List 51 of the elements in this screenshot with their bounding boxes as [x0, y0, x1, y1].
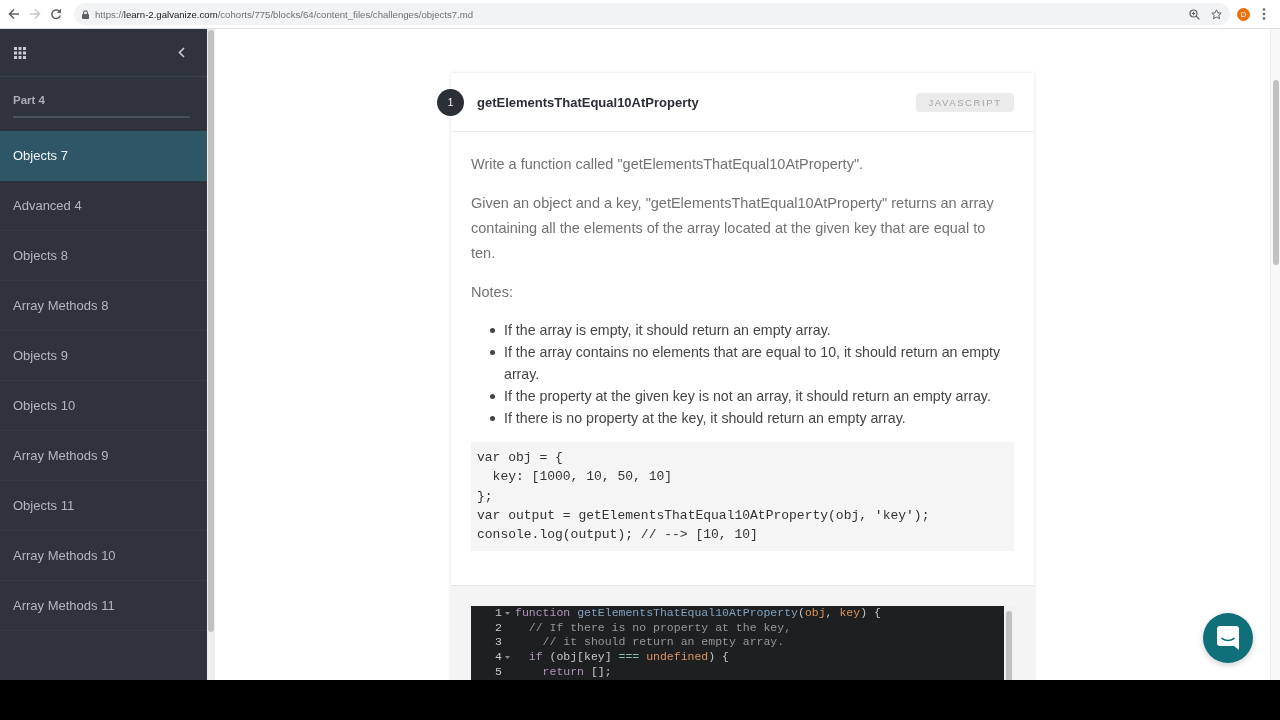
sidebar-item[interactable]: Objects 7	[0, 131, 207, 181]
chat-bubble-icon	[1217, 626, 1239, 650]
url-text: https://learn-2.galvanize.com/cohorts/775/blocks/64/content_files/challenges/objects7.md	[95, 8, 475, 20]
code-line: // it should return an empty array.	[541, 635, 785, 651]
code-line: };	[477, 487, 494, 506]
language-tag: JAVASCRIPT	[916, 92, 1014, 112]
forward-arrow-icon	[29, 8, 41, 20]
section-label: Part 4	[13, 93, 46, 107]
line-number: 4	[494, 650, 502, 665]
line-number: 2	[494, 620, 502, 636]
chevron-left-icon	[178, 47, 185, 58]
apps-grid-icon[interactable]	[14, 46, 26, 59]
fold-caret-icon[interactable]	[504, 612, 510, 616]
address-bar[interactable]: https://learn-2.galvanize.com/cohorts/775/blocks/64/content_files/challenges/objects7.md	[74, 3, 1230, 25]
bullet-icon	[490, 415, 495, 421]
bullet-icon	[490, 327, 495, 333]
menu-icon	[1262, 8, 1266, 20]
scrollbar-thumb[interactable]	[1273, 80, 1279, 265]
bullet-icon	[490, 349, 495, 355]
note-text: If the array contains no elements that are equal to 10, it should return an empty array.	[504, 343, 1002, 384]
reload-icon	[50, 8, 62, 20]
note-text: If the array is empty, it should return an empty array.	[504, 321, 832, 340]
code-line: // If there is no property at the key,	[527, 620, 792, 636]
code-line: return [];	[541, 664, 612, 680]
zoom-icon[interactable]	[1189, 8, 1200, 20]
line-number: 1	[494, 606, 502, 621]
description-text: Write a function called "getElementsThatEqual10AtProperty".	[471, 155, 865, 174]
bullet-icon	[490, 393, 495, 399]
note-text: If the property at the given key is not an array, it should return an empty array.	[504, 387, 992, 406]
collapse-sidebar-button[interactable]	[178, 47, 185, 58]
line-number: 3	[494, 635, 502, 651]
note-text: If there is no property at the key, it should return an empty array.	[504, 409, 907, 428]
scrollbar-thumb[interactable]	[1006, 611, 1012, 680]
code-line: var obj = {	[477, 449, 564, 467]
description-text: Given an object and a key, "getElementsThatEqual10AtProperty" returns an array containing all the elements of the array located at the given key that are equal to ten.	[471, 194, 995, 263]
code-editor[interactable]: 1 function getElementsThatEqual10AtProperty(obj, key) { 2 // If there is no property at the key, 3 // it should return an empty array. 4 if (obj[key] === undefined) { 5 return [];	[471, 606, 1014, 680]
scrollbar-thumb[interactable]	[208, 30, 214, 632]
line-number: 5	[494, 664, 502, 680]
challenge-title: getElementsThatEqual10AtProperty	[477, 94, 700, 110]
fold-caret-icon[interactable]	[504, 655, 510, 659]
code-line: var output = getElementsThatEqual10AtProperty(obj, 'key');	[477, 506, 931, 525]
description-text: Notes:	[471, 283, 514, 302]
code-line: key: [1000, 10, 50, 10]	[491, 468, 674, 487]
lock-icon	[82, 9, 89, 19]
code-line: if (obj[key] === undefined) {	[527, 650, 729, 665]
step-number: 1	[437, 88, 464, 116]
chat-button[interactable]	[1203, 613, 1253, 663]
star-icon[interactable]	[1211, 8, 1222, 20]
code-line: function getElementsThatEqual10AtProperty(obj, key) {	[514, 606, 881, 621]
back-arrow-icon	[8, 8, 20, 20]
code-line: console.log(output); // --> [10, 10]	[477, 526, 759, 544]
